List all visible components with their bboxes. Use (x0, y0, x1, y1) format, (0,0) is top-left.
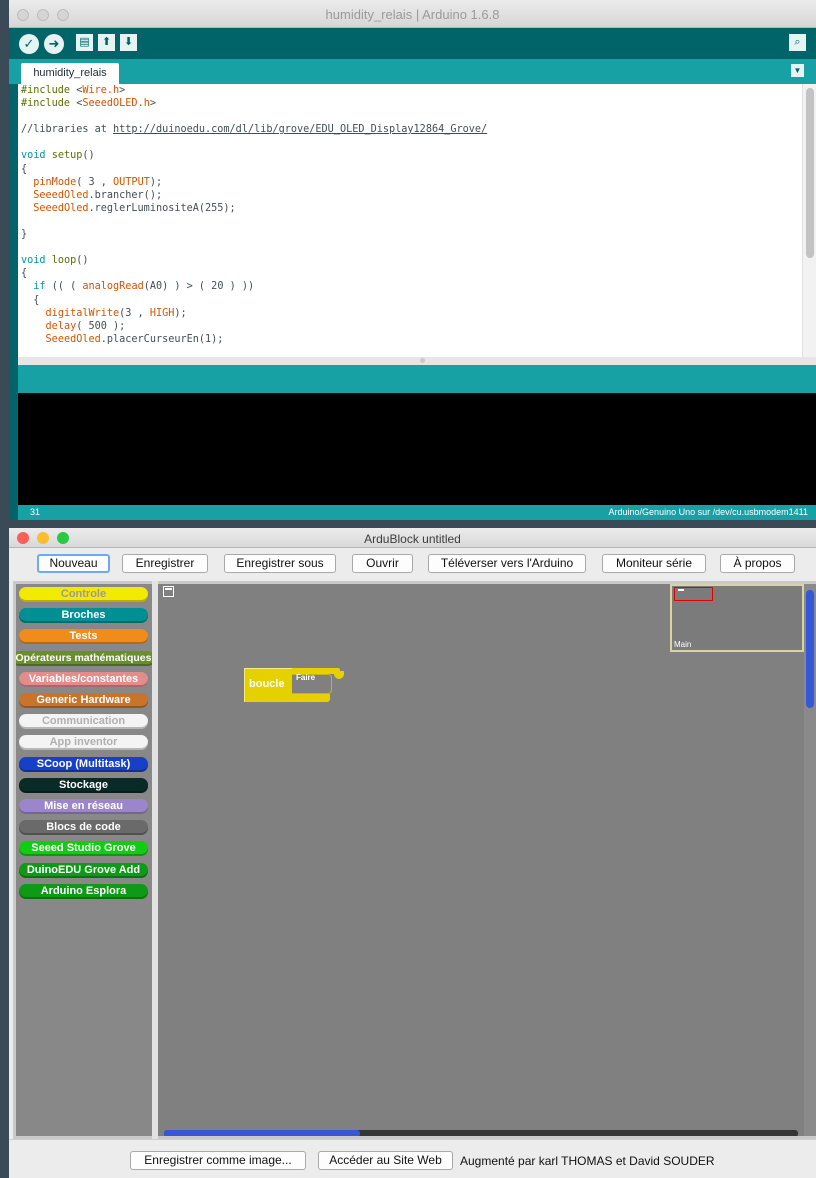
line-number: 31 (30, 507, 41, 517)
code-line[interactable] (21, 241, 487, 254)
check-icon: ✓ (23, 36, 35, 51)
block-slot-label: Faire (296, 673, 316, 682)
enregistrer-button[interactable]: Enregistrer (122, 554, 208, 573)
category-stockage[interactable]: Stockage (19, 777, 148, 793)
code-line[interactable] (21, 136, 487, 149)
editor-scrollbar[interactable] (802, 84, 816, 357)
category-op-rateurs-math-matiques[interactable]: Opérateurs mathématiques (16, 650, 152, 666)
ardublock-footer: Enregistrer comme image... Accéder au Si… (9, 1139, 816, 1178)
code-line[interactable] (21, 110, 487, 123)
category-communication[interactable]: Communication (19, 714, 148, 730)
category-app-inventor[interactable]: App inventor (19, 735, 148, 751)
minimap-label: Main (674, 640, 692, 649)
window-title: humidity_relais | Arduino 1.6.8 (325, 7, 500, 22)
code-line[interactable]: //libraries at http://duinoedu.com/dl/li… (21, 123, 487, 136)
code-line[interactable]: #include <SeeedOLED.h> (21, 97, 487, 110)
tab-menu-button[interactable]: ▼ (791, 64, 804, 77)
code-line[interactable]: pinMode( 3 , OUTPUT); (21, 176, 487, 189)
board-port-status: Arduino/Genuino Uno sur /dev/cu.usbmodem… (608, 507, 808, 517)
code-line[interactable]: { (21, 294, 487, 307)
category-controle[interactable]: Controle (19, 587, 148, 602)
chevron-down-icon: ▼ (793, 66, 802, 75)
category-arduino-esplora[interactable]: Arduino Esplora (19, 883, 148, 899)
code-line[interactable]: delay( 500 ); (21, 320, 487, 333)
credit-text: Augmenté par karl THOMAS et David SOUDER (460, 1154, 715, 1168)
category-mise-en-r-seau[interactable]: Mise en réseau (19, 799, 148, 814)
canvas-vertical-scrollbar[interactable] (804, 584, 816, 1136)
category-seeed-studio-grove[interactable]: Seeed Studio Grove (19, 841, 148, 857)
ardublock-window: ArduBlock untitled Nouveau Enregistrer E… (9, 528, 816, 1178)
category-broches[interactable]: Broches (19, 608, 148, 624)
arduino-ide-window: humidity_relais | Arduino 1.6.8 ✓ ➜ ▤ ⬆ … (9, 0, 816, 520)
nouveau-button[interactable]: Nouveau (37, 554, 110, 573)
code-line[interactable]: void setup() (21, 149, 487, 162)
code-editor[interactable]: #include <Wire.h> #include <SeeedOLED.h> … (18, 84, 816, 357)
splitter-handle-icon[interactable] (420, 358, 425, 363)
block-palette: Controle Broches Tests Opérateurs mathémati… (16, 584, 152, 1136)
ardublock-toolbar: Nouveau Enregistrer Enregistrer sous Ouv… (9, 549, 816, 581)
canvas-vertical-thumb[interactable] (806, 590, 814, 708)
code-line[interactable]: SeeedOled.placerCurseurEn(1); (21, 333, 487, 346)
category-duinoedu-grove-add[interactable]: DuinoEDU Grove Add (19, 862, 148, 878)
category-variables-constantes[interactable]: Variables/constantes (19, 671, 148, 687)
arduino-toolbar: ✓ ➜ ▤ ⬆ ⬇ ⌕ (9, 29, 816, 59)
enregistrer-sous-button[interactable]: Enregistrer sous (224, 554, 336, 573)
ardublock-workspace: Controle Broches Tests Opérateurs mathémati… (13, 581, 816, 1139)
code-text[interactable]: #include <Wire.h> #include <SeeedOLED.h> … (21, 84, 487, 346)
category-scoop-multitask[interactable]: SCoop (Multitask) (19, 756, 148, 772)
code-line[interactable]: #include <Wire.h> (21, 84, 487, 97)
save-image-button[interactable]: Enregistrer comme image... (130, 1151, 306, 1170)
block-label: boucle (249, 678, 285, 690)
status-bar: 31 Arduino/Genuino Uno sur /dev/cu.usbmo… (18, 505, 816, 520)
upload-button[interactable]: ➜ (44, 34, 64, 54)
moniteur-serie-button[interactable]: Moniteur série (602, 554, 706, 573)
televerser-button[interactable]: Téléverser vers l'Arduino (428, 554, 586, 573)
code-line[interactable]: void loop() (21, 254, 487, 267)
code-line[interactable]: } (21, 228, 487, 241)
open-sketch-button[interactable]: ⬆ (98, 34, 115, 51)
editor-scroll-thumb[interactable] (806, 88, 814, 258)
code-line[interactable]: SeeedOled.reglerLuminositeA(255); (21, 202, 487, 215)
sketch-tab-bar: humidity_relais ▼ (9, 59, 816, 84)
a-propos-button[interactable]: À propos (720, 554, 795, 573)
magnifier-icon: ⌕ (794, 36, 801, 48)
category-tests[interactable]: Tests (19, 629, 148, 645)
block-notch (334, 671, 344, 679)
code-line[interactable]: { (21, 163, 487, 176)
code-line[interactable]: digitalWrite(3 , HIGH); (21, 307, 487, 320)
ouvrir-button[interactable]: Ouvrir (352, 554, 413, 573)
output-console (18, 393, 816, 505)
block-canvas[interactable]: boucle Faire Main (158, 584, 804, 1136)
tab-humidity-relais[interactable]: humidity_relais (21, 63, 119, 84)
block-bottom-arm (292, 694, 330, 702)
arrow-up-icon: ⬆ (101, 36, 112, 48)
category-generic-hardware[interactable]: Generic Hardware (19, 693, 148, 708)
serial-monitor-button[interactable]: ⌕ (789, 34, 806, 51)
category-blocs-de-code[interactable]: Blocs de code (19, 820, 148, 836)
editor-console-splitter[interactable] (18, 357, 816, 365)
ardublock-title-bar: ArduBlock untitled (9, 528, 816, 548)
canvas-collapse-icon[interactable] (163, 586, 174, 597)
new-sketch-button[interactable]: ▤ (76, 34, 93, 51)
site-web-button[interactable]: Accéder au Site Web (318, 1151, 453, 1170)
save-sketch-button[interactable]: ⬇ (120, 34, 137, 51)
arrow-right-icon: ➜ (48, 36, 60, 51)
code-line[interactable]: SeeedOled.brancher(); (21, 189, 487, 202)
verify-button[interactable]: ✓ (19, 34, 39, 54)
arduino-title-bar: humidity_relais | Arduino 1.6.8 (9, 0, 816, 28)
code-line[interactable] (21, 215, 487, 228)
minimap-block-marker (678, 589, 684, 591)
code-line[interactable]: { (21, 267, 487, 280)
window-title: ArduBlock untitled (364, 532, 461, 546)
workspace-minimap[interactable]: Main (670, 584, 804, 652)
canvas-horizontal-scrollbar[interactable] (164, 1130, 798, 1136)
code-line[interactable]: if (( ( analogRead(A0) ) > ( 20 ) )) (21, 280, 487, 293)
file-icon: ▤ (79, 36, 90, 48)
canvas-horizontal-thumb[interactable] (164, 1130, 360, 1136)
message-bar (18, 365, 816, 393)
arrow-down-icon: ⬇ (123, 36, 134, 48)
